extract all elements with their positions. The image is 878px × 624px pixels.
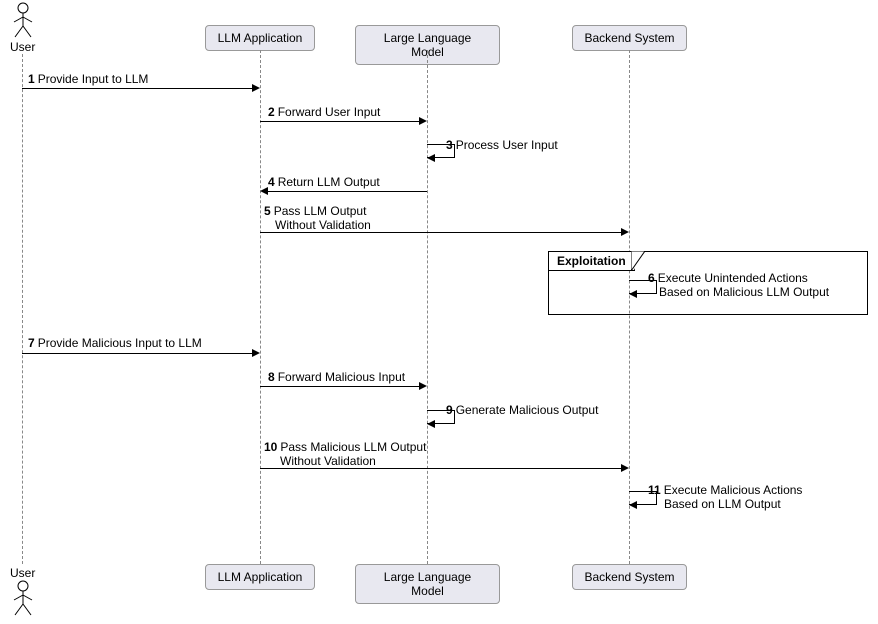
msg-7: 7Provide Malicious Input to LLM — [28, 336, 202, 350]
frame-tab-icon — [631, 251, 645, 271]
arrow-head-icon — [419, 117, 427, 125]
msg-1: 1Provide Input to LLM — [28, 72, 148, 86]
msg-text: Without Validation — [275, 218, 371, 232]
msg-9: 9Generate Malicious Output — [446, 403, 598, 417]
participant-llm-app-top: LLM Application — [205, 25, 315, 51]
arrow-head-icon — [252, 349, 260, 357]
msg-text: Generate Malicious Output — [456, 403, 599, 417]
msg-num: 4 — [268, 175, 275, 189]
msg-10: 10Pass Malicious LLM Output Without Vali… — [264, 440, 426, 468]
msg-num: 1 — [28, 72, 35, 86]
arrow-line — [22, 88, 252, 89]
msg-4: 4Return LLM Output — [268, 175, 380, 189]
msg-text: Based on Malicious LLM Output — [659, 285, 829, 299]
participant-backend-top: Backend System — [572, 25, 687, 51]
participant-llm-bottom: Large Language Model — [355, 564, 500, 604]
msg-num: 10 — [264, 440, 277, 454]
lifeline-user — [22, 54, 23, 564]
msg-text: Based on LLM Output — [664, 497, 781, 511]
arrow-line — [260, 386, 419, 387]
msg-8: 8Forward Malicious Input — [268, 370, 405, 384]
msg-3: 3Process User Input — [446, 138, 558, 152]
msg-text: Without Validation — [280, 454, 376, 468]
stick-figure-icon — [11, 580, 35, 616]
arrow-line — [260, 121, 419, 122]
frame-label-text: Exploitation — [557, 254, 626, 268]
arrow-head-icon — [629, 501, 637, 509]
msg-text: Provide Input to LLM — [38, 72, 149, 86]
msg-num: 7 — [28, 336, 35, 350]
actor-label: User — [10, 566, 35, 580]
actor-user-bottom: User — [10, 564, 35, 616]
lifeline-llm-app — [260, 50, 261, 564]
arrow-head-icon — [621, 228, 629, 236]
arrow-line — [268, 191, 427, 192]
arrow-line — [260, 232, 621, 233]
msg-text: Execute Malicious Actions — [664, 483, 803, 497]
lifeline-llm — [427, 50, 428, 564]
msg-num: 2 — [268, 105, 275, 119]
msg-text: Pass Malicious LLM Output — [280, 440, 426, 454]
msg-5: 5Pass LLM Output Without Validation — [264, 204, 371, 232]
arrow-head-icon — [629, 290, 637, 298]
arrow-head-icon — [260, 187, 268, 195]
msg-num: 5 — [264, 204, 271, 218]
frame-label: Exploitation — [548, 251, 635, 271]
msg-text: Forward Malicious Input — [278, 370, 405, 384]
msg-num: 8 — [268, 370, 275, 384]
actor-user-top: User — [10, 2, 35, 54]
msg-text: Provide Malicious Input to LLM — [38, 336, 202, 350]
msg-6: 6Execute Unintended Actions Based on Mal… — [648, 271, 829, 299]
sequence-diagram: User LLM Application Large Language Mode… — [0, 0, 878, 624]
arrow-head-icon — [427, 420, 435, 428]
msg-2: 2Forward User Input — [268, 105, 380, 119]
arrow-head-icon — [419, 382, 427, 390]
stick-figure-icon — [11, 2, 35, 38]
participant-backend-bottom: Backend System — [572, 564, 687, 590]
arrow-line — [260, 468, 621, 469]
msg-text: Process User Input — [456, 138, 558, 152]
arrow-head-icon — [427, 154, 435, 162]
participant-llm-app-bottom: LLM Application — [205, 564, 315, 590]
msg-text: Pass LLM Output — [274, 204, 367, 218]
arrow-line — [22, 353, 252, 354]
msg-11: 11Execute Malicious Actions Based on LLM… — [648, 483, 802, 511]
msg-text: Return LLM Output — [278, 175, 380, 189]
arrow-head-icon — [621, 464, 629, 472]
msg-text: Execute Unintended Actions — [658, 271, 808, 285]
msg-text: Forward User Input — [278, 105, 381, 119]
arrow-head-icon — [252, 84, 260, 92]
actor-label: User — [10, 40, 35, 54]
